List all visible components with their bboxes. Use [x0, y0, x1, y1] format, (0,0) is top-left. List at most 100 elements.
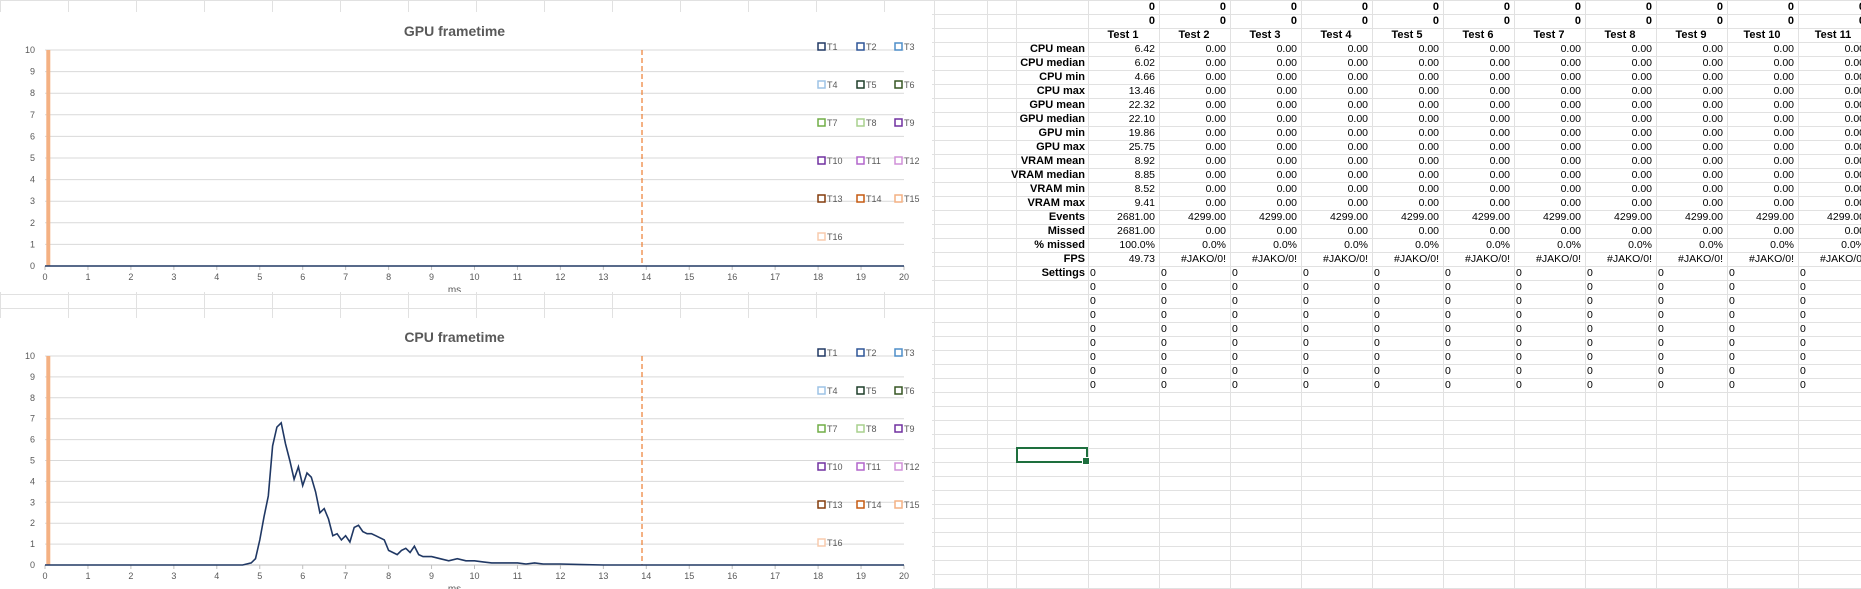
metric-value[interactable]: 0.00: [1230, 70, 1297, 84]
settings-value[interactable]: 0: [1303, 378, 1370, 392]
settings-value[interactable]: 0: [1516, 266, 1583, 280]
settings-value[interactable]: 0: [1729, 378, 1796, 392]
settings-value[interactable]: 0: [1374, 364, 1441, 378]
column-header-test-11[interactable]: Test 11: [1798, 28, 1861, 42]
settings-value[interactable]: 0: [1161, 266, 1228, 280]
settings-value[interactable]: 0: [1658, 336, 1725, 350]
metric-value[interactable]: 0.00: [1514, 42, 1581, 56]
top-cell-0-9[interactable]: 0: [1727, 0, 1794, 14]
metric-value[interactable]: 0.00: [1514, 182, 1581, 196]
metric-value[interactable]: 19.86: [1088, 126, 1155, 140]
column-header-test-3[interactable]: Test 3: [1230, 28, 1300, 42]
metric-value[interactable]: 0.00: [1727, 182, 1794, 196]
top-cell-1-3[interactable]: 0: [1301, 14, 1368, 28]
metric-value[interactable]: 0.00: [1656, 42, 1723, 56]
metric-value[interactable]: 0.00: [1230, 112, 1297, 126]
metric-value[interactable]: 0.00: [1301, 182, 1368, 196]
settings-value[interactable]: 0: [1445, 364, 1512, 378]
settings-value[interactable]: 0: [1516, 280, 1583, 294]
metric-value[interactable]: 4299.00: [1585, 210, 1652, 224]
metric-value[interactable]: 0.00: [1727, 42, 1794, 56]
metric-value[interactable]: 0.00: [1230, 224, 1297, 238]
metric-value[interactable]: 0.00: [1301, 84, 1368, 98]
settings-value[interactable]: 0: [1587, 308, 1654, 322]
metric-value[interactable]: 0.0%: [1443, 238, 1510, 252]
metric-value[interactable]: 0.00: [1230, 154, 1297, 168]
metric-value[interactable]: 0.00: [1443, 182, 1510, 196]
settings-value[interactable]: 0: [1800, 280, 1861, 294]
metric-value[interactable]: 0.0%: [1301, 238, 1368, 252]
settings-value[interactable]: 0: [1232, 378, 1299, 392]
column-header-test-2[interactable]: Test 2: [1159, 28, 1229, 42]
settings-value[interactable]: 0: [1161, 364, 1228, 378]
top-cell-0-0[interactable]: 0: [1088, 0, 1155, 14]
metric-value[interactable]: 0.00: [1798, 168, 1861, 182]
settings-value[interactable]: 0: [1800, 308, 1861, 322]
metric-value[interactable]: 25.75: [1088, 140, 1155, 154]
metric-value[interactable]: 0.00: [1301, 98, 1368, 112]
settings-value[interactable]: 0: [1445, 336, 1512, 350]
settings-value[interactable]: 0: [1658, 378, 1725, 392]
metric-value[interactable]: 0.0%: [1798, 238, 1861, 252]
metric-value[interactable]: 0.00: [1514, 140, 1581, 154]
metric-value[interactable]: 0.00: [1301, 196, 1368, 210]
settings-value[interactable]: 0: [1658, 350, 1725, 364]
metric-value[interactable]: 0.00: [1301, 140, 1368, 154]
metric-value[interactable]: 0.00: [1798, 84, 1861, 98]
metric-value[interactable]: 0.00: [1230, 56, 1297, 70]
settings-label[interactable]: Settings: [987, 266, 1085, 280]
metric-value[interactable]: 4299.00: [1514, 210, 1581, 224]
metric-value[interactable]: #JAKO/0!: [1443, 252, 1510, 266]
top-cell-0-7[interactable]: 0: [1585, 0, 1652, 14]
metric-value[interactable]: 49.73: [1088, 252, 1155, 266]
selected-cell[interactable]: [1016, 447, 1090, 465]
metric-value[interactable]: 0.00: [1372, 112, 1439, 126]
top-cell-1-5[interactable]: 0: [1443, 14, 1510, 28]
settings-value[interactable]: 0: [1374, 280, 1441, 294]
metric-value[interactable]: 22.32: [1088, 98, 1155, 112]
metric-value[interactable]: 0.00: [1230, 182, 1297, 196]
metric-value[interactable]: 0.00: [1159, 56, 1226, 70]
metric-value[interactable]: 0.00: [1372, 56, 1439, 70]
top-cell-0-1[interactable]: 0: [1159, 0, 1226, 14]
top-cell-1-6[interactable]: 0: [1514, 14, 1581, 28]
settings-value[interactable]: 0: [1232, 350, 1299, 364]
metric-value[interactable]: 0.00: [1372, 84, 1439, 98]
metric-value[interactable]: 0.00: [1727, 126, 1794, 140]
metric-value[interactable]: 0.00: [1585, 140, 1652, 154]
metric-value[interactable]: 0.00: [1443, 196, 1510, 210]
settings-value[interactable]: 0: [1232, 294, 1299, 308]
settings-value[interactable]: 0: [1587, 378, 1654, 392]
metric-value[interactable]: 0.00: [1443, 70, 1510, 84]
metric-label[interactable]: VRAM mean: [987, 154, 1085, 168]
metric-value[interactable]: 0.00: [1159, 196, 1226, 210]
metric-value[interactable]: 0.00: [1798, 98, 1861, 112]
top-cell-1-9[interactable]: 0: [1727, 14, 1794, 28]
metric-value[interactable]: #JAKO/0!: [1301, 252, 1368, 266]
top-cell-0-3[interactable]: 0: [1301, 0, 1368, 14]
settings-value[interactable]: 0: [1729, 364, 1796, 378]
metric-value[interactable]: 8.85: [1088, 168, 1155, 182]
metric-value[interactable]: 0.0%: [1514, 238, 1581, 252]
settings-value[interactable]: 0: [1303, 364, 1370, 378]
metric-label[interactable]: FPS: [987, 252, 1085, 266]
settings-value[interactable]: 0: [1445, 378, 1512, 392]
metric-value[interactable]: 0.0%: [1159, 238, 1226, 252]
metric-label[interactable]: CPU min: [987, 70, 1085, 84]
metric-value[interactable]: 0.00: [1372, 140, 1439, 154]
metric-value[interactable]: 0.00: [1443, 224, 1510, 238]
settings-value[interactable]: 0: [1374, 266, 1441, 280]
settings-value[interactable]: 0: [1729, 280, 1796, 294]
metric-value[interactable]: 0.00: [1159, 112, 1226, 126]
column-header-test-5[interactable]: Test 5: [1372, 28, 1442, 42]
settings-value[interactable]: 0: [1303, 322, 1370, 336]
metric-value[interactable]: 0.00: [1727, 224, 1794, 238]
settings-value[interactable]: 0: [1800, 364, 1861, 378]
column-header-test-8[interactable]: Test 8: [1585, 28, 1655, 42]
metric-value[interactable]: 0.00: [1443, 126, 1510, 140]
metric-value[interactable]: 0.00: [1798, 42, 1861, 56]
settings-value[interactable]: 0: [1445, 322, 1512, 336]
metric-value[interactable]: 0.00: [1585, 42, 1652, 56]
metric-value[interactable]: 0.00: [1514, 154, 1581, 168]
gpu-frametime-chart[interactable]: GPU frametime 0 1 2 3 4 5 6 7 8 9 10 0 1 2 3 4 5 6 7 8 9 10 11 1…: [0, 12, 932, 292]
